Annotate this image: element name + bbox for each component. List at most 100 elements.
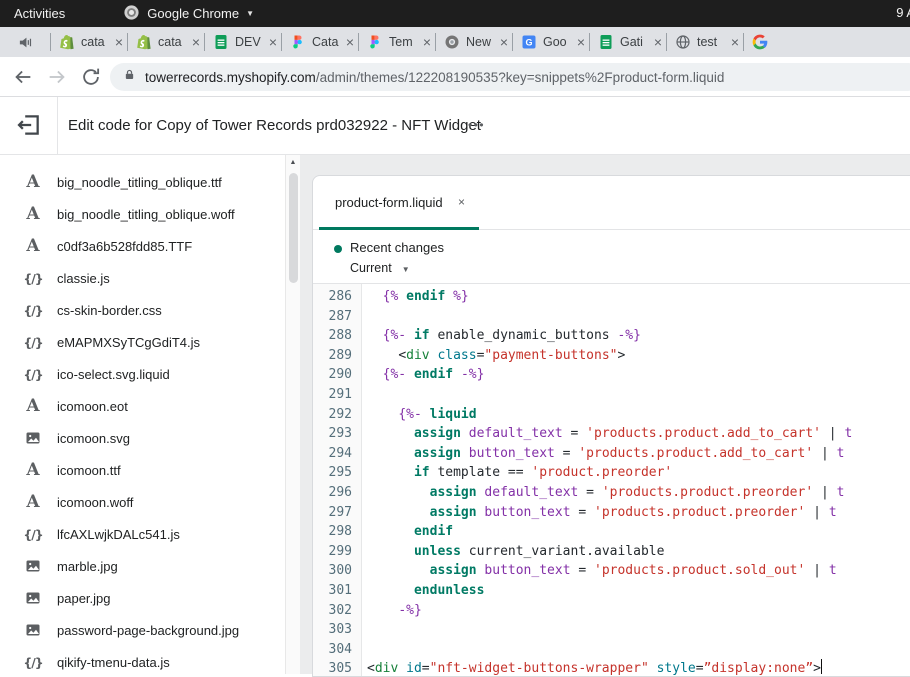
editor-background: product-form.liquid × Recent changes Cur…: [300, 155, 910, 674]
code-line[interactable]: assign button_text = 'products.product.a…: [367, 444, 910, 464]
browser-tab[interactable]: Tem×: [358, 27, 435, 57]
file-item[interactable]: {/}lfcAXLwjkDALc541.js: [0, 518, 285, 550]
file-item[interactable]: icomoon.svg: [0, 422, 285, 454]
code-line[interactable]: assign default_text = 'products.product.…: [367, 424, 910, 444]
code-line[interactable]: [367, 385, 910, 405]
file-item[interactable]: Abig_noodle_titling_oblique.woff: [0, 198, 285, 230]
browser-tab[interactable]: Cata×: [281, 27, 358, 57]
font-file-icon: A: [21, 462, 45, 479]
file-item[interactable]: {/}ico-select.svg.liquid: [0, 358, 285, 390]
code-line[interactable]: {%- endif -%}: [367, 365, 910, 385]
file-item[interactable]: password-page-background.jpg: [0, 614, 285, 646]
line-number: 294: [313, 444, 361, 464]
line-number: 293: [313, 424, 361, 444]
code-editor-card: product-form.liquid × Recent changes Cur…: [312, 175, 910, 677]
tab-close-icon[interactable]: ×: [458, 176, 465, 230]
scroll-up-arrow-icon[interactable]: ▲: [286, 159, 300, 166]
code-line[interactable]: assign button_text = 'products.product.s…: [367, 561, 910, 581]
code-file-icon: {/}: [21, 271, 45, 286]
file-item[interactable]: paper.jpg: [0, 582, 285, 614]
line-number: 289: [313, 346, 361, 366]
code-line[interactable]: <div id="nft-widget-buttons-wrapper" sty…: [367, 659, 910, 676]
code-line[interactable]: <div class="payment-buttons">: [367, 346, 910, 366]
image-file-icon: [21, 430, 45, 446]
sidebar-scrollbar[interactable]: ▲: [285, 155, 300, 674]
code-line[interactable]: [367, 640, 910, 660]
browser-tab[interactable]: cata×: [127, 27, 204, 57]
file-name: paper.jpg: [57, 591, 111, 606]
tab-close-icon[interactable]: ×: [346, 34, 358, 50]
code-line[interactable]: [367, 620, 910, 640]
tab-close-icon[interactable]: ×: [423, 34, 435, 50]
font-file-icon: A: [21, 238, 45, 255]
browser-tab[interactable]: [743, 27, 820, 57]
code-line[interactable]: [367, 307, 910, 327]
code-line[interactable]: assign default_text = 'products.product.…: [367, 483, 910, 503]
code-editor[interactable]: 2862872882892902912922932942952962972982…: [313, 284, 910, 676]
tab-close-icon[interactable]: ×: [577, 34, 589, 50]
code-line[interactable]: endif: [367, 522, 910, 542]
code-file-icon: {/}: [21, 303, 45, 318]
file-item[interactable]: Aicomoon.woff: [0, 486, 285, 518]
sheets-favicon-icon: [213, 34, 229, 50]
tab-close-icon[interactable]: ×: [192, 34, 204, 50]
file-item[interactable]: marble.jpg: [0, 550, 285, 582]
tab-close-icon[interactable]: ×: [731, 34, 743, 50]
reload-button[interactable]: [80, 66, 102, 88]
code-line[interactable]: {% endif %}: [367, 287, 910, 307]
code-line[interactable]: unless current_variant.available: [367, 542, 910, 562]
browser-tab[interactable]: New×: [435, 27, 512, 57]
translate-favicon-icon: G: [521, 34, 537, 50]
version-dropdown[interactable]: Current▼: [350, 261, 410, 275]
line-number: 292: [313, 405, 361, 425]
file-item[interactable]: Aicomoon.ttf: [0, 454, 285, 486]
url-bar[interactable]: towerrecords.myshopify.com/admin/themes/…: [110, 63, 910, 91]
editor-file-tab[interactable]: product-form.liquid ×: [319, 176, 479, 230]
browser-tab[interactable]: Gati×: [589, 27, 666, 57]
tab-close-icon[interactable]: ×: [115, 34, 127, 50]
shopify-favicon-icon: [59, 34, 75, 50]
file-item[interactable]: {/}classie.js: [0, 262, 285, 294]
globe-favicon-icon: [675, 34, 691, 50]
browser-tab[interactable]: DEV×: [204, 27, 281, 57]
code-line[interactable]: assign button_text = 'products.product.p…: [367, 503, 910, 523]
font-file-icon: A: [21, 494, 45, 511]
browser-tab[interactable]: test×: [666, 27, 743, 57]
code-line[interactable]: {%- if enable_dynamic_buttons -%}: [367, 326, 910, 346]
browser-tab-label: DEV: [235, 35, 266, 49]
line-number: 291: [313, 385, 361, 405]
chevron-down-icon: ▼: [246, 9, 254, 18]
line-number: 298: [313, 522, 361, 542]
file-item[interactable]: Ac0df3a6b528fdd85.TTF: [0, 230, 285, 262]
code-line[interactable]: if template == 'product.preorder': [367, 463, 910, 483]
exit-code-editor-button[interactable]: [16, 112, 44, 140]
code-line[interactable]: {%- liquid: [367, 405, 910, 425]
code-line[interactable]: -%}: [367, 601, 910, 621]
file-item[interactable]: Aicomoon.eot: [0, 390, 285, 422]
back-button[interactable]: [12, 66, 34, 88]
code-line[interactable]: endunless: [367, 581, 910, 601]
file-name: password-page-background.jpg: [57, 623, 239, 638]
tab-close-icon[interactable]: ×: [269, 34, 281, 50]
more-options-button[interactable]: •••: [468, 97, 485, 155]
code-lines[interactable]: {% endif %} {%- if enable_dynamic_button…: [363, 284, 910, 676]
app-menu-label: Google Chrome: [147, 6, 239, 21]
app-menu[interactable]: Google Chrome ▼: [123, 4, 254, 24]
line-number: 290: [313, 365, 361, 385]
scrollbar-thumb[interactable]: [289, 173, 298, 283]
tab-separator: [50, 33, 51, 51]
tab-close-icon[interactable]: ×: [500, 34, 512, 50]
activities-button[interactable]: Activities: [0, 6, 65, 21]
lock-icon[interactable]: [123, 68, 136, 86]
figma-favicon-icon: [367, 34, 383, 50]
tab-close-icon[interactable]: ×: [654, 34, 666, 50]
file-item[interactable]: Abig_noodle_titling_oblique.ttf: [0, 166, 285, 198]
forward-button[interactable]: [46, 66, 68, 88]
file-item[interactable]: {/}qikify-tmenu-data.js: [0, 646, 285, 674]
svg-text:G: G: [525, 37, 532, 47]
browser-tab[interactable]: cata×: [50, 27, 127, 57]
file-item[interactable]: {/}cs-skin-border.css: [0, 294, 285, 326]
browser-tab[interactable]: GGoo×: [512, 27, 589, 57]
clock: 9 A: [896, 5, 910, 20]
file-item[interactable]: {/}eMAPMXSyTCgGdiT4.js: [0, 326, 285, 358]
